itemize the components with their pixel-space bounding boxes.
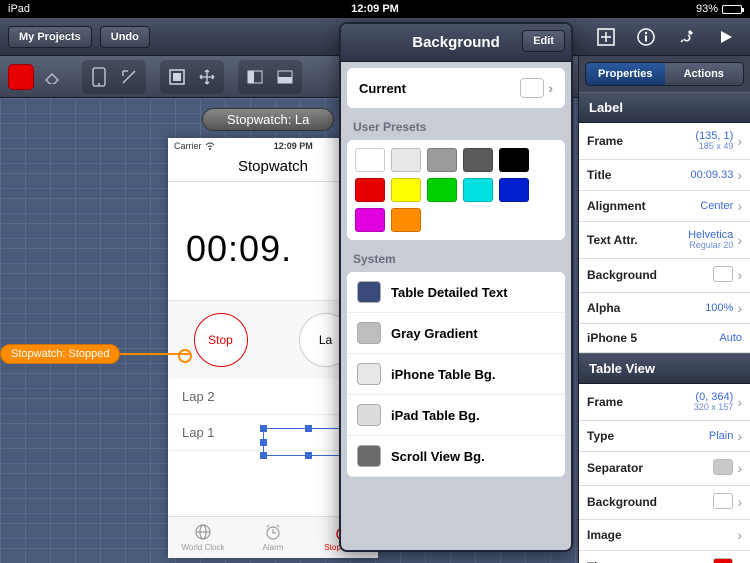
chevron-right-icon: › [737, 527, 742, 543]
settings-icon[interactable] [670, 23, 702, 51]
rotate-icon[interactable] [114, 62, 144, 92]
edit-button[interactable]: Edit [522, 30, 565, 52]
color-swatch[interactable] [427, 178, 457, 202]
property-row[interactable]: Frame(135, 1)185 x 49› [579, 123, 750, 160]
property-row[interactable]: Background› [579, 486, 750, 520]
ipad-status-bar: iPad 12:09 PM 93% [0, 0, 750, 18]
color-swatch[interactable] [427, 148, 457, 172]
value-swatch [713, 493, 733, 509]
system-color-row[interactable]: iPhone Table Bg. [347, 354, 565, 395]
section-header: Table View [579, 353, 750, 384]
stop-button[interactable]: Stop [194, 313, 248, 367]
chevron-right-icon: › [737, 133, 742, 149]
chevron-right-icon: › [737, 167, 742, 183]
color-swatch[interactable] [499, 148, 529, 172]
status-time: 12:09 PM [351, 3, 399, 15]
preset-swatches [347, 140, 565, 240]
value-swatch [713, 459, 733, 475]
undo-button[interactable]: Undo [100, 26, 150, 48]
chevron-right-icon: › [737, 394, 742, 410]
system-header: System [341, 246, 571, 272]
color-swatch[interactable] [391, 178, 421, 202]
system-swatch [357, 363, 381, 385]
alarm-icon [264, 523, 282, 541]
state-annotation[interactable]: Stopwatch: Stopped [0, 344, 190, 364]
device-label: iPad [8, 3, 30, 15]
color-swatch[interactable] [499, 178, 529, 202]
property-row[interactable]: TypePlain› [579, 421, 750, 452]
property-row[interactable]: iPhone 5Auto [579, 324, 750, 353]
annotation-connector [120, 353, 190, 355]
property-row[interactable]: Text Attr.HelveticaRegular 20› [579, 222, 750, 259]
color-swatch[interactable] [391, 148, 421, 172]
system-color-row[interactable]: Table Detailed Text [347, 272, 565, 313]
bounds-icon[interactable] [162, 62, 192, 92]
color-swatch[interactable] [463, 178, 493, 202]
my-projects-button[interactable]: My Projects [8, 26, 92, 48]
current-row[interactable]: Current › [347, 68, 565, 108]
property-row[interactable]: AlignmentCenter› [579, 191, 750, 222]
carrier-label: Carrier [174, 141, 202, 151]
chevron-right-icon: › [737, 198, 742, 214]
color-swatch[interactable] [355, 208, 385, 232]
current-swatch [520, 78, 544, 98]
system-color-row[interactable]: Gray Gradient [347, 313, 565, 354]
inspector-tabs: Properties Actions [585, 62, 744, 86]
background-popover: Background Edit Current › User Presets S… [339, 22, 573, 552]
system-swatch [357, 281, 381, 303]
move-icon[interactable] [192, 62, 222, 92]
eraser-icon[interactable] [38, 62, 68, 92]
screen-title-pill[interactable]: Stopwatch: La [202, 108, 334, 131]
device-portrait-icon[interactable] [84, 62, 114, 92]
property-row[interactable]: Image› [579, 520, 750, 551]
property-row[interactable]: Title00:09.33› [579, 160, 750, 191]
color-swatch[interactable] [463, 148, 493, 172]
system-swatch [357, 445, 381, 467]
chevron-right-icon: › [737, 494, 742, 510]
battery-icon [722, 5, 742, 14]
tab-properties[interactable]: Properties [586, 63, 665, 85]
popover-title: Background Edit [341, 24, 571, 62]
chevron-right-icon: › [737, 267, 742, 283]
system-color-row[interactable]: iPad Table Bg. [347, 395, 565, 436]
play-icon[interactable] [710, 23, 742, 51]
tab-actions[interactable]: Actions [665, 63, 744, 85]
phone-time-label: 12:09 PM [274, 141, 313, 151]
chevron-right-icon: › [737, 428, 742, 444]
value-swatch [713, 558, 733, 563]
system-color-row[interactable]: Scroll View Bg. [347, 436, 565, 477]
user-presets-header: User Presets [341, 114, 571, 140]
system-list: Table Detailed TextGray GradientiPhone T… [347, 272, 565, 477]
color-swatch[interactable] [391, 208, 421, 232]
add-icon[interactable] [590, 23, 622, 51]
color-swatch[interactable] [355, 148, 385, 172]
chevron-right-icon: › [737, 460, 742, 476]
property-row[interactable]: Tint› [579, 551, 750, 563]
property-row[interactable]: Separator› [579, 452, 750, 486]
chevron-right-icon: › [737, 300, 742, 316]
battery-percent: 93% [696, 3, 718, 15]
tab-worldclock[interactable]: World Clock [168, 517, 238, 558]
property-row[interactable]: Alpha100%› [579, 293, 750, 324]
property-row[interactable]: Background› [579, 259, 750, 293]
value-swatch [713, 266, 733, 282]
chevron-right-icon: › [737, 559, 742, 563]
color-well[interactable] [8, 64, 34, 90]
inspector-panel: Properties Actions LabelFrame(135, 1)185… [578, 56, 750, 563]
align-bottom-icon[interactable] [270, 62, 300, 92]
chevron-right-icon: › [737, 232, 742, 248]
wifi-icon [205, 142, 215, 150]
system-swatch [357, 322, 381, 344]
globe-icon [194, 523, 212, 541]
property-row[interactable]: Frame(0, 364)320 x 157› [579, 384, 750, 421]
tab-alarm[interactable]: Alarm [238, 517, 308, 558]
system-swatch [357, 404, 381, 426]
annotation-label: Stopwatch: Stopped [0, 344, 120, 364]
color-swatch[interactable] [355, 178, 385, 202]
info-icon[interactable] [630, 23, 662, 51]
align-left-icon[interactable] [240, 62, 270, 92]
chevron-right-icon: › [548, 80, 553, 96]
section-header: Label [579, 92, 750, 123]
